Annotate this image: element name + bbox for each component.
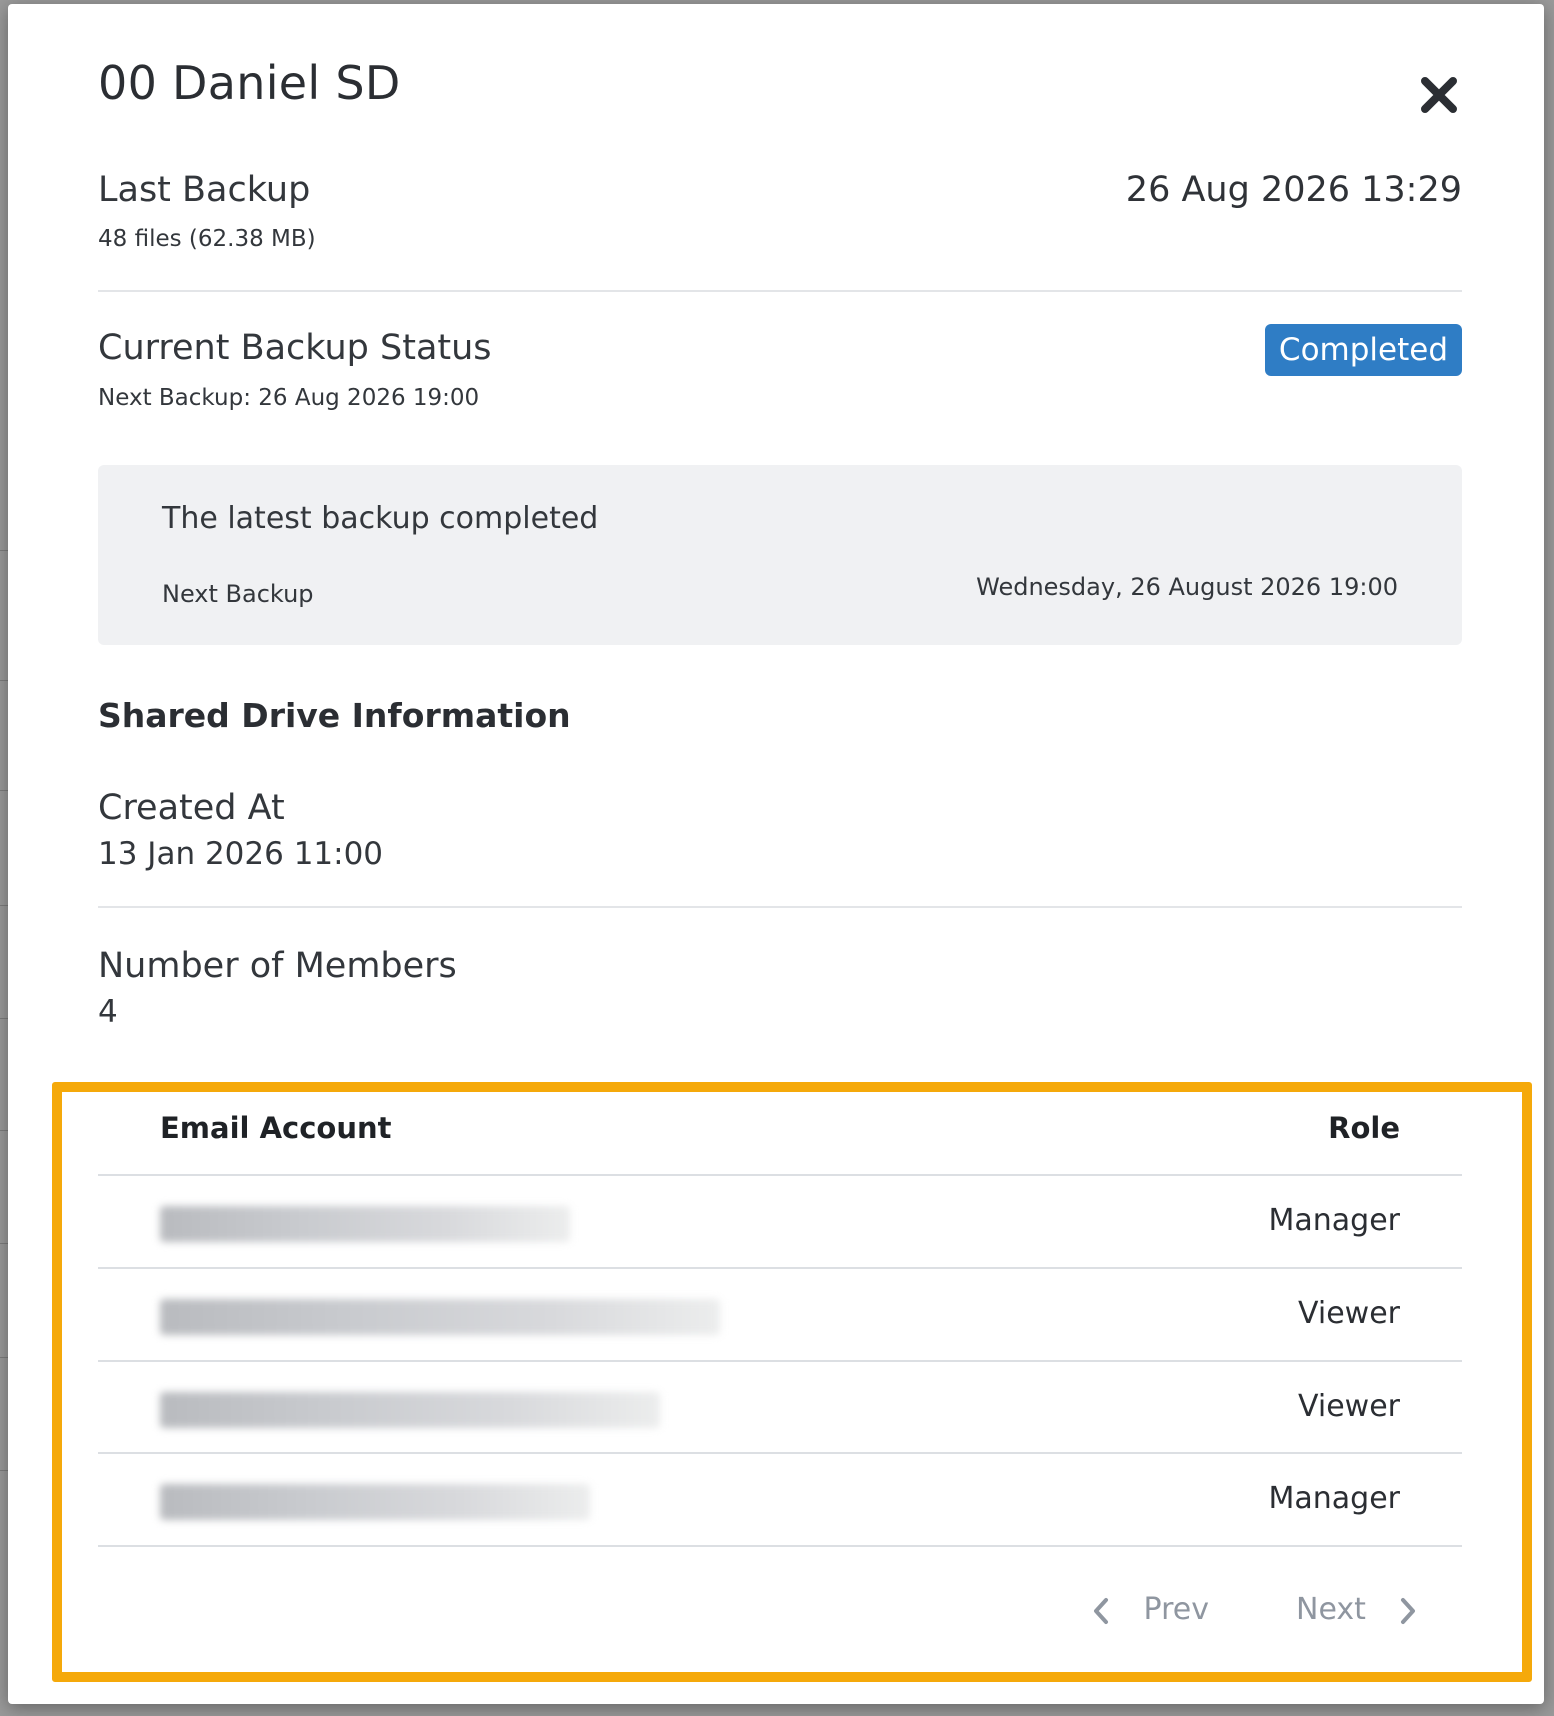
table-row: Viewer: [98, 1267, 1462, 1359]
chevron-right-icon: [1401, 1597, 1416, 1624]
last-backup-summary: 48 files (62.38 MB): [98, 226, 316, 252]
close-button[interactable]: [1418, 74, 1460, 116]
section-divider: [98, 290, 1462, 292]
next-label: Next: [1296, 1592, 1366, 1627]
section-divider: [98, 906, 1462, 908]
next-page-button[interactable]: Next: [1296, 1592, 1419, 1627]
shared-drive-detail-modal: 00 Daniel SD Last Backup 48 files (62.38…: [8, 4, 1544, 1704]
table-row: Viewer: [98, 1360, 1462, 1452]
modal-title: 00 Daniel SD: [98, 56, 401, 110]
chevron-left-icon: [1094, 1597, 1108, 1624]
backup-status-message: The latest backup completed: [162, 501, 599, 536]
email-redacted: [160, 1484, 590, 1520]
members-count-label: Number of Members: [98, 946, 457, 986]
created-at-value: 13 Jan 2026 11:00: [98, 836, 384, 872]
table-bottom-border: [98, 1545, 1462, 1547]
table-row: Manager: [98, 1174, 1462, 1266]
email-redacted: [160, 1299, 720, 1335]
last-backup-label: Last Backup: [98, 170, 311, 210]
shared-drive-info-heading: Shared Drive Information: [98, 696, 571, 735]
status-badge: Completed: [1264, 324, 1462, 376]
prev-label: Prev: [1143, 1592, 1209, 1627]
table-row: Manager: [98, 1452, 1462, 1544]
next-backup-value: Wednesday, 26 August 2026 19:00: [976, 573, 1398, 601]
member-role: Manager: [1268, 1481, 1401, 1516]
column-header-role: Role: [1328, 1111, 1400, 1145]
current-backup-status-label: Current Backup Status: [98, 328, 492, 368]
last-backup-datetime: 26 Aug 2026 13:29: [1125, 170, 1462, 210]
email-redacted: [160, 1392, 660, 1428]
email-redacted: [160, 1206, 570, 1242]
prev-page-button[interactable]: Prev: [1090, 1592, 1209, 1627]
next-backup-text: Next Backup: 26 Aug 2026 19:00: [98, 385, 480, 411]
created-at-label: Created At: [98, 788, 285, 828]
member-role: Manager: [1268, 1203, 1401, 1238]
member-role: Viewer: [1298, 1389, 1400, 1424]
member-role: Viewer: [1298, 1296, 1400, 1331]
next-backup-label: Next Backup: [162, 580, 314, 608]
members-count-value: 4: [98, 994, 118, 1030]
column-header-email: Email Account: [160, 1111, 392, 1145]
close-icon: [1421, 77, 1457, 113]
backup-status-box: The latest backup completed Next Backup …: [98, 465, 1462, 645]
